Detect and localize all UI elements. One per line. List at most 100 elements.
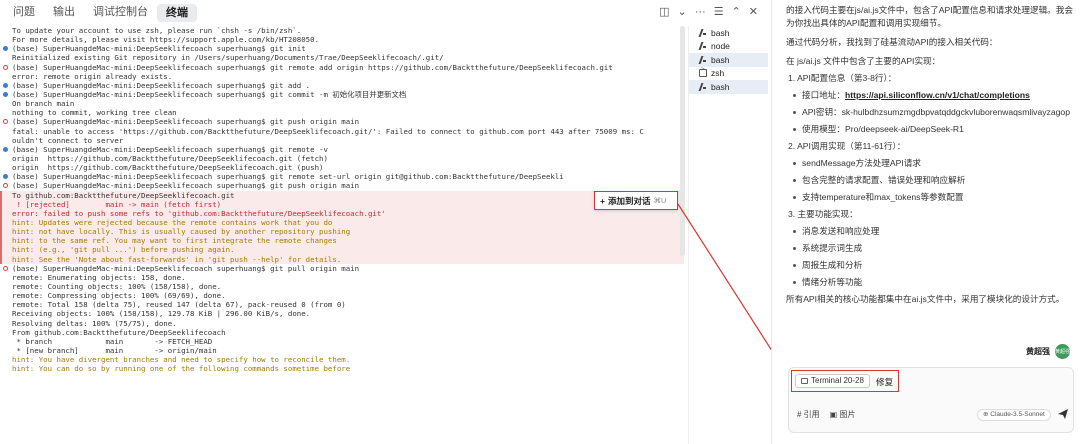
terminal-line: remote: Compressing objects: 100% (69/69… [0,291,684,300]
selected-error-block[interactable]: To github.com:Backtthefuture/DeepSeeklif… [0,190,684,264]
terminal-line: origin https://github.com/Backtthefuture… [0,163,684,172]
avatar[interactable]: 黄超强 [1055,344,1070,359]
image-label: 图片 [839,410,856,419]
list-item-body: 系统提示词生成 [802,242,862,255]
split-layout-icon[interactable]: ◫ [659,0,669,24]
list-item-text: 消息发送和响应处理 [802,226,880,236]
chat-file-note: 在 js/ai.js 文件中包含了主要的API实现： [786,56,941,66]
terminal-line: Reinitialized existing Git repository in… [0,53,684,62]
terminal-line: hint: to the same ref. You may want to f… [2,236,684,245]
send-icon[interactable] [1057,408,1069,420]
terminal-line-text: To github.com:Backtthefuture/DeepSeeklif… [12,190,235,200]
list-item-body: API密钥：sk-hulbdhzsumzmgdbpvatqddgckvlubor… [802,106,1070,119]
session-label: node [711,41,730,52]
bullet-icon [793,162,796,165]
terminal-line-text: (base) SuperHuangdeMac-mini:DeepSeeklife… [12,89,407,99]
terminal-line-text: error: remote origin already exists. [12,71,173,81]
image-button[interactable]: ▣ 图片 [830,409,856,420]
reference-button[interactable]: # 引用 [797,409,820,420]
plus-icon: + [600,195,605,206]
terminal-scrollbar[interactable] [680,26,685,256]
terminal-panel: 问题 输出 调试控制台 终端 ◫ ⌄ ··· ☰ ⌃ ✕ To update your… [0,0,768,444]
terminal-line-text: hint: Updates were rejected because the … [12,217,333,227]
terminal-line: hint: (e.g., 'git pull ...') before push… [2,245,684,254]
list-item: 消息发送和响应处理 [786,225,1076,238]
terminal-line: remote: Counting objects: 100% (158/158)… [0,282,684,291]
bullet-icon [793,196,796,199]
chat-input-box[interactable]: Terminal 20-28 修复 # 引用 ▣ 图片 ⊕ Claude-3.5… [788,367,1074,433]
terminal-line: To github.com:Backtthefuture/DeepSeeklif… [2,191,684,200]
terminal-line: Resolving deltas: 100% (75/75), done. [0,319,684,328]
terminal-line-text: hint: not have locally. This is usually … [12,227,351,237]
list-item: 系统提示词生成 [786,242,1076,255]
bullet-icon [793,230,796,233]
session-item-bash[interactable]: bash [689,26,768,40]
list-item-body: 包含完整的请求配置、错误处理和响应解析 [802,174,965,187]
shortcut-hint: ⌘U [653,196,667,205]
bullet-icon [793,94,796,97]
close-icon[interactable]: ✕ [749,0,758,24]
list-item-body: 接口地址：https://api.siliconflow.cn/v1/chat/… [802,89,1030,102]
error-dot-icon [3,183,8,189]
terminal-line-text: (base) SuperHuangdeMac-mini:DeepSeeklife… [12,172,564,182]
terminal-line-text: (base) SuperHuangdeMac-mini:DeepSeeklife… [12,117,360,127]
list-icon[interactable]: ☰ [714,0,724,24]
session-label: bash [711,27,730,38]
more-icon[interactable]: ··· [695,0,706,24]
session-item-zsh[interactable]: zsh [689,67,768,81]
success-dot-icon [3,46,8,52]
tab-3[interactable]: 终端 [157,3,197,22]
bullet-icon [793,179,796,182]
terminal-line-text: (base) SuperHuangdeMac-mini:DeepSeeklife… [12,44,306,54]
list-item: 接口地址：https://api.siliconflow.cn/v1/chat/… [786,89,1076,102]
terminal-line-text: nothing to commit, working tree clean [12,108,177,118]
assistant-message: 的接入代码主要在js/ai.js文件中，包含了API配置信息和请求处理逻辑。我会… [786,4,1076,312]
terminal-line-text: (base) SuperHuangdeMac-mini:DeepSeeklife… [12,80,311,90]
list-item: sendMessage方法处理API请求 [786,157,1076,170]
zsh-icon [699,67,707,78]
terminal-line-text: error: failed to push some refs to 'gith… [12,208,386,218]
bash-icon [699,83,707,91]
terminal-line-text: On branch main [12,99,75,109]
terminal-output[interactable]: To update your account to use zsh, pleas… [0,26,684,444]
bash-icon [699,42,707,50]
terminal-line-text: ! [rejected] main -> main (fetch first) [12,199,222,209]
terminal-line: On branch main [0,99,684,108]
chevron-up-icon[interactable]: ⌃ [732,0,741,24]
bash-icon [699,56,707,64]
session-item-bash[interactable]: bash [689,80,768,94]
tab-2[interactable]: 调试控制台 [84,0,157,24]
terminal-line-text: (base) SuperHuangdeMac-mini:DeepSeeklife… [12,181,360,191]
terminal-line-text: hint: You can do so by running one of th… [12,364,351,374]
chat-intro: 的接入代码主要在js/ai.js文件中，包含了API配置信息和请求处理逻辑。我会… [786,5,1073,28]
model-selector[interactable]: ⊕ Claude-3.5-Sonnet [977,409,1051,421]
tab-0[interactable]: 问题 [4,0,44,24]
chat-found: 通过代码分析，我找到了硅基流动API的接入相关代码： [786,37,998,47]
terminal-line: (base) SuperHuangdeMac-mini:DeepSeeklife… [0,117,684,126]
terminal-line: error: failed to push some refs to 'gith… [2,209,684,218]
list-item-body: 周报生成和分析 [802,259,862,272]
session-item-bash[interactable]: bash [689,53,768,67]
session-item-node[interactable]: node [689,40,768,54]
add-to-chat-button[interactable]: + 添加到对话 ⌘U [594,191,678,210]
terminal-line: ouldn't connect to server [0,136,684,145]
terminal-line-text: hint: See the 'Note about fast-forwards'… [12,254,342,264]
tab-1[interactable]: 输出 [44,0,84,24]
list-item-text: 包含完整的请求配置、错误处理和响应解析 [802,175,966,185]
terminal-line: hint: See the 'Note about fast-forwards'… [2,255,684,264]
session-label: zsh [711,68,725,79]
terminal-line: hint: You have divergent branches and ne… [0,355,684,364]
add-to-chat-label: 添加到对话 [607,195,651,206]
list-item: 周报生成和分析 [786,259,1076,272]
bash-icon [699,29,707,37]
terminal-line: To update your account to use zsh, pleas… [0,26,684,35]
chevron-down-icon[interactable]: ⌄ [677,0,686,24]
list-item-text: API密钥：sk-hulbdhzsumzmgdbpvatqddgckvlubor… [802,107,1070,117]
terminal-line-text: From github.com:Backtthefuture/DeepSeekl… [12,327,226,337]
list-item-text: 支持temperature和max_tokens等参数配置 [802,192,964,202]
terminal-line: origin https://github.com/Backtthefuture… [0,154,684,163]
api-url-link[interactable]: https://api.siliconflow.cn/v1/chat/compl… [845,90,1030,100]
terminal-line: From github.com:Backtthefuture/DeepSeekl… [0,328,684,337]
list-item-body: 使用模型：Pro/deepseek-ai/DeepSeek-R1 [802,123,964,136]
list-item-text: 接口地址： [802,90,845,100]
